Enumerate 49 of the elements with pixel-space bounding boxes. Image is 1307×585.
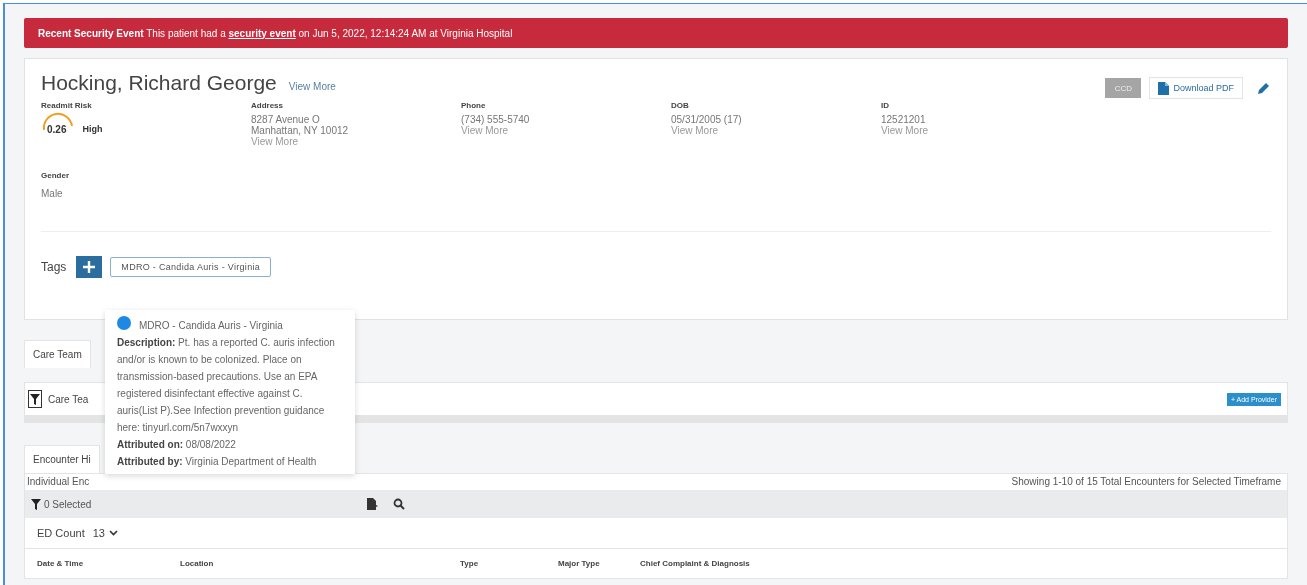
field-value: 12521201 bbox=[881, 114, 927, 125]
field-label: Address bbox=[251, 101, 284, 110]
tag-dot-icon bbox=[117, 316, 131, 330]
field-value: 8287 Avenue O bbox=[251, 114, 321, 125]
view-more-link[interactable]: View More bbox=[288, 81, 336, 92]
document-icon bbox=[1158, 81, 1170, 95]
care-team-label: Care Tea bbox=[48, 393, 89, 405]
plus-icon bbox=[83, 261, 96, 273]
field-label: Phone bbox=[461, 101, 487, 110]
encounter-summary: Showing 1-10 of 15 Total Encounters for Selected Timeframe bbox=[1011, 476, 1281, 487]
tooltip-text: Attributed on: 08/08/2022 bbox=[117, 438, 237, 452]
column-header[interactable]: Location bbox=[180, 559, 460, 568]
column-header[interactable]: Type bbox=[460, 559, 558, 568]
field-value: 05/31/2005 (17) bbox=[671, 114, 743, 125]
care-team-tab[interactable]: Care Team bbox=[24, 340, 91, 368]
filter-toggle[interactable] bbox=[28, 390, 42, 408]
pencil-icon[interactable] bbox=[1257, 81, 1271, 95]
column-header[interactable]: Major Type bbox=[558, 559, 640, 568]
risk-rating: High bbox=[82, 124, 103, 134]
filter-icon bbox=[31, 498, 41, 510]
tooltip-title: MDRO - Candida Auris - Virginia bbox=[139, 319, 283, 333]
column-header[interactable]: Date & Time bbox=[37, 559, 180, 568]
export-icon[interactable] bbox=[367, 498, 380, 510]
tags-label: Tags bbox=[41, 260, 67, 274]
encounter-history-tab[interactable]: Encounter Hi bbox=[24, 445, 100, 473]
field-value: Male bbox=[41, 188, 64, 199]
chevron-down-icon bbox=[108, 530, 118, 536]
column-header[interactable]: Chief Complaint & Diagnosis bbox=[640, 559, 750, 568]
tooltip-text: Description: Pt. has a reported C. auris infection and/or is known to be colonized. Place on transmission-based precautions. Use an EPA registered disinfectant effective against C. auris(List P).See Infection prevention guidance here: tinyurl.com/5n7wxxyn bbox=[117, 336, 336, 435]
field-label: Readmit Risk bbox=[41, 101, 93, 110]
field-label: Gender bbox=[41, 171, 70, 180]
field-value: (734) 555-5740 bbox=[461, 114, 531, 125]
filter-icon bbox=[30, 393, 40, 405]
download-pdf-button[interactable]: Download PDF bbox=[1149, 77, 1243, 99]
security-message: Recent Security Event This patient had a security event on Jun 5, 2022, 12:14:24 AM at Virginia Hospital bbox=[38, 27, 513, 39]
ed-count-dropdown[interactable]: 13 bbox=[92, 527, 118, 539]
tooltip-text: Attributed by: Virginia Department of Health bbox=[117, 455, 318, 469]
tag-chip[interactable]: MDRO - Candida Auris - Virginia bbox=[110, 257, 272, 277]
field-value: Manhattan, NY 10012 bbox=[251, 125, 350, 136]
section-subtitle: Individual Enc bbox=[27, 476, 90, 487]
field-label: DOB bbox=[671, 101, 690, 110]
ed-count-label: ED Count bbox=[37, 527, 85, 539]
security-event-link[interactable]: security event bbox=[228, 27, 296, 39]
filter-dropdown[interactable]: 0 Selected bbox=[31, 498, 92, 510]
risk-score: 0.26 bbox=[47, 123, 67, 135]
patient-name: Hocking, Richard George bbox=[41, 71, 277, 95]
search-icon[interactable] bbox=[393, 498, 406, 510]
field-label: ID bbox=[881, 101, 890, 110]
add-tag-button[interactable] bbox=[76, 256, 103, 278]
